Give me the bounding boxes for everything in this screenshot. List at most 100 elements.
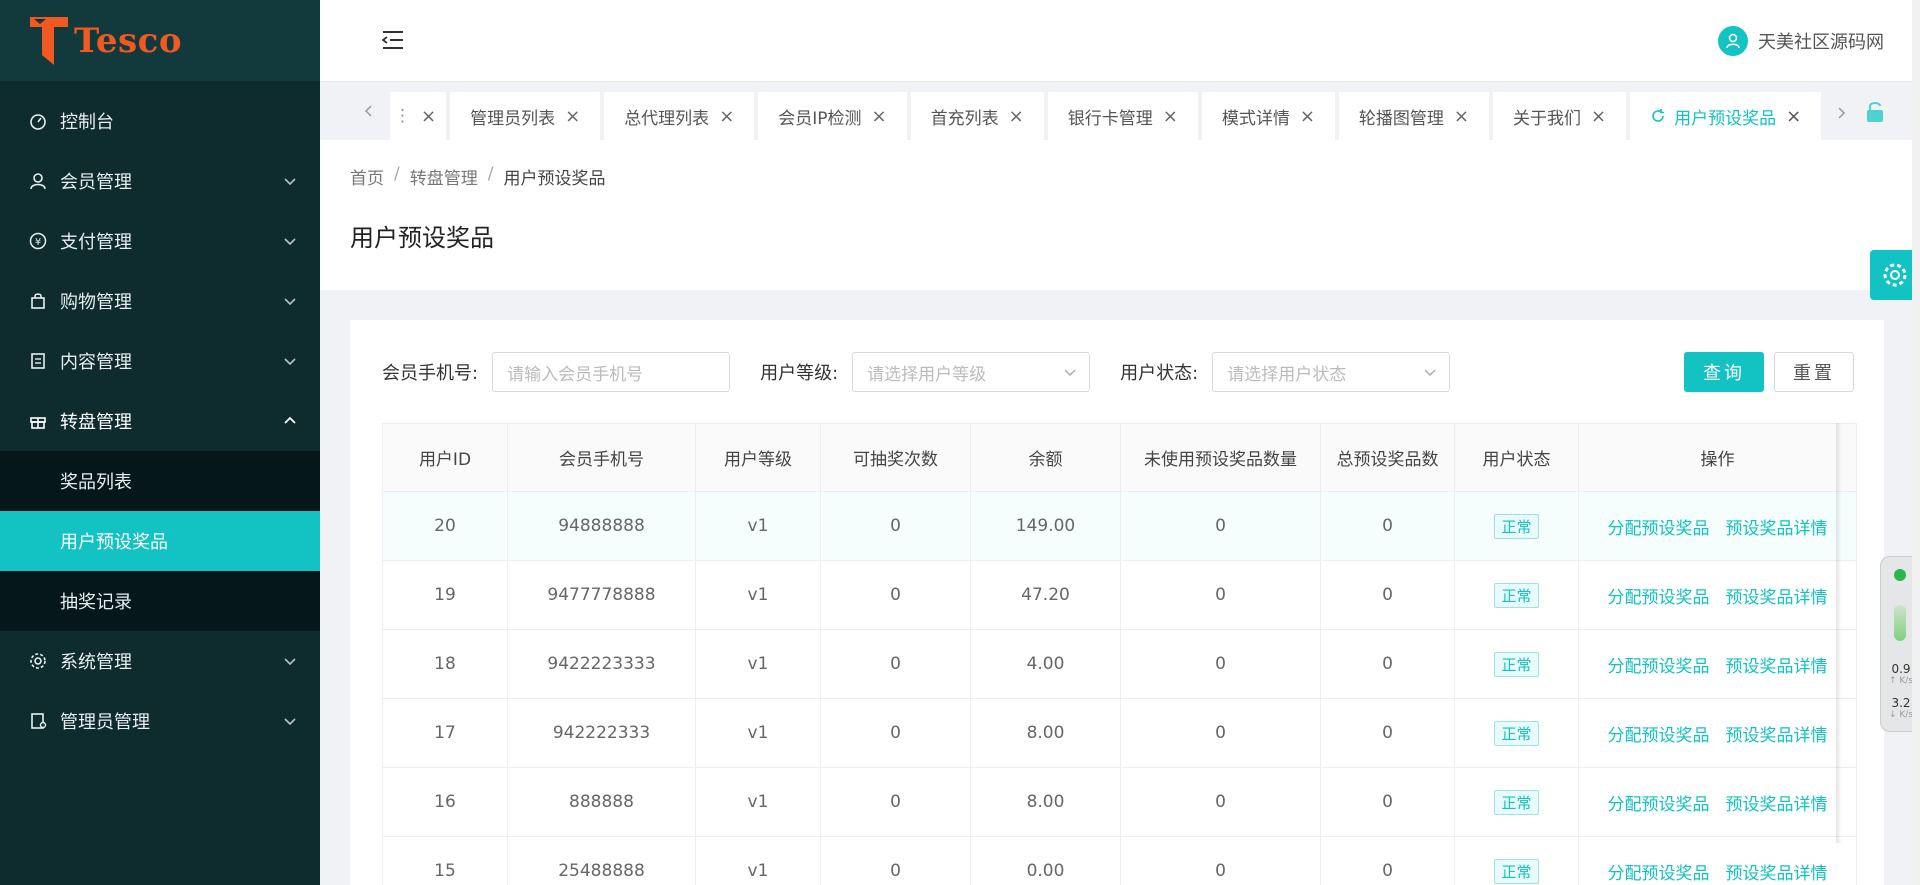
cell-unused: 0 bbox=[1120, 491, 1321, 561]
tab-label: 首充列表 bbox=[930, 108, 999, 129]
assign-prize-link[interactable]: 分配预设奖品 bbox=[1608, 864, 1710, 884]
tab-about-us[interactable]: 关于我们 × bbox=[1493, 92, 1627, 140]
chevron-left-icon[interactable] bbox=[362, 104, 376, 118]
cell-draws: 0 bbox=[820, 629, 971, 699]
status-dot-icon bbox=[1894, 569, 1906, 581]
reset-button[interactable]: 重置 bbox=[1774, 352, 1854, 392]
prize-detail-link[interactable]: 预设奖品详情 bbox=[1726, 519, 1828, 539]
cell-level: v1 bbox=[695, 560, 821, 630]
sidebar-item-system[interactable]: 系统管理 bbox=[0, 631, 320, 691]
page-scrollbar[interactable] bbox=[1912, 0, 1920, 885]
breadcrumb-home[interactable]: 首页 bbox=[350, 164, 384, 189]
tab-carousel[interactable]: 轮播图管理 × bbox=[1338, 92, 1490, 140]
prize-detail-link[interactable]: 预设奖品详情 bbox=[1726, 657, 1828, 677]
document-icon bbox=[28, 351, 48, 371]
sidebar-item-label: 控制台 bbox=[60, 112, 114, 133]
close-icon[interactable]: × bbox=[719, 106, 734, 127]
lock-icon[interactable] bbox=[1864, 100, 1886, 124]
user-prize-table: 用户ID 会员手机号 用户等级 可抽奖次数 余额 未使用预设奖品数量 总预设奖品… bbox=[382, 423, 1857, 885]
close-icon[interactable]: × bbox=[1009, 106, 1024, 127]
cell-balance: 8.00 bbox=[970, 767, 1121, 837]
sidebar-subitem-draw-records[interactable]: 抽奖记录 bbox=[0, 571, 320, 631]
col-balance: 余额 bbox=[970, 423, 1121, 492]
dashboard-icon bbox=[28, 111, 48, 131]
tab-hidden[interactable]: ⋮ × bbox=[390, 92, 447, 140]
sidebar-subitem-user-preset-prizes[interactable]: 用户预设奖品 bbox=[0, 511, 320, 571]
status-filter-select[interactable]: 请选择用户状态 bbox=[1212, 352, 1451, 392]
tab-label: 总代理列表 bbox=[624, 108, 710, 129]
level-filter-label: 用户等级: bbox=[760, 363, 839, 384]
sidebar-subitem-prize-list[interactable]: 奖品列表 bbox=[0, 451, 320, 511]
table-row: 19 9477778888 v1 0 47.20 0 0 正常 分配预设奖品 预设… bbox=[382, 560, 1857, 630]
cell-user-id: 20 bbox=[382, 491, 508, 561]
sidebar-item-payment[interactable]: ¥ 支付管理 bbox=[0, 211, 320, 271]
tab-user-preset-prizes[interactable]: 用户预设奖品 × bbox=[1630, 92, 1822, 140]
collapse-menu-icon[interactable] bbox=[380, 28, 406, 52]
sidebar-item-label: 内容管理 bbox=[60, 352, 132, 373]
sidebar-menu: 控制台 会员管理 ¥ 支付管理 购物管理 内容管理 转盘管理 奖品列表 用户预设… bbox=[0, 81, 320, 751]
status-badge: 正常 bbox=[1494, 789, 1539, 815]
close-icon[interactable]: × bbox=[565, 106, 580, 127]
cell-balance: 4.00 bbox=[970, 629, 1121, 699]
cell-total: 0 bbox=[1320, 491, 1455, 561]
cell-total: 0 bbox=[1320, 767, 1455, 837]
tab-mode-detail[interactable]: 模式详情 × bbox=[1201, 92, 1335, 140]
sidebar-item-dashboard[interactable]: 控制台 bbox=[0, 91, 320, 151]
assign-prize-link[interactable]: 分配预设奖品 bbox=[1608, 588, 1710, 608]
phone-filter-input[interactable]: 请输入会员手机号 bbox=[492, 352, 731, 392]
prize-detail-link[interactable]: 预设奖品详情 bbox=[1726, 795, 1828, 815]
page-header: 首页 / 转盘管理 / 用户预设奖品 用户预设奖品 bbox=[320, 140, 1920, 290]
sidebar-item-label: 购物管理 bbox=[60, 292, 132, 313]
close-icon[interactable]: × bbox=[1786, 106, 1801, 127]
assign-prize-link[interactable]: 分配预设奖品 bbox=[1608, 519, 1710, 539]
chevron-down-icon bbox=[284, 238, 296, 246]
tab-member-ip[interactable]: 会员IP检测 × bbox=[758, 92, 907, 140]
prize-detail-link[interactable]: 预设奖品详情 bbox=[1726, 726, 1828, 746]
tab-admin-list[interactable]: 管理员列表 × bbox=[450, 92, 601, 140]
sidebar-item-wheel[interactable]: 转盘管理 bbox=[0, 391, 320, 451]
assign-prize-link[interactable]: 分配预设奖品 bbox=[1608, 726, 1710, 746]
tab-first-recharge[interactable]: 首充列表 × bbox=[910, 92, 1044, 140]
close-icon[interactable]: × bbox=[1300, 106, 1315, 127]
sidebar-item-content[interactable]: 内容管理 bbox=[0, 331, 320, 391]
assign-prize-link[interactable]: 分配预设奖品 bbox=[1608, 657, 1710, 677]
status-badge: 正常 bbox=[1494, 513, 1539, 539]
tab-bank-card[interactable]: 银行卡管理 × bbox=[1047, 92, 1198, 140]
cell-status: 正常 bbox=[1454, 767, 1579, 837]
chevron-up-icon bbox=[284, 416, 296, 424]
assign-prize-link[interactable]: 分配预设奖品 bbox=[1608, 795, 1710, 815]
sidebar-item-shopping[interactable]: 购物管理 bbox=[0, 271, 320, 331]
prize-detail-link[interactable]: 预设奖品详情 bbox=[1726, 588, 1828, 608]
breadcrumb-parent[interactable]: 转盘管理 bbox=[410, 164, 478, 189]
chevron-right-icon[interactable] bbox=[1834, 106, 1848, 120]
tab-agent-list[interactable]: 总代理列表 × bbox=[604, 92, 755, 140]
level-filter-select[interactable]: 请选择用户等级 bbox=[852, 352, 1091, 392]
sidebar-item-members[interactable]: 会员管理 bbox=[0, 151, 320, 211]
cell-balance: 0.00 bbox=[970, 836, 1121, 885]
status-badge: 正常 bbox=[1494, 858, 1539, 884]
user-menu[interactable]: 天美社区源码网 bbox=[1718, 26, 1884, 56]
tabs: ⋮ × 管理员列表 × 总代理列表 × 会员IP检测 × 首充列表 × 银行卡管理 × 模式… bbox=[390, 92, 1822, 140]
cell-status: 正常 bbox=[1454, 491, 1579, 561]
close-icon[interactable]: × bbox=[1163, 106, 1178, 127]
sidebar-item-admins[interactable]: 管理员管理 bbox=[0, 691, 320, 751]
cell-draws: 0 bbox=[820, 491, 971, 561]
cell-status: 正常 bbox=[1454, 560, 1579, 630]
refresh-icon[interactable] bbox=[1650, 108, 1666, 124]
close-icon[interactable]: × bbox=[872, 106, 887, 127]
cell-actions: 分配预设奖品 预设奖品详情 bbox=[1578, 836, 1857, 885]
cell-phone: 94888888 bbox=[507, 491, 696, 561]
speed-meter bbox=[1894, 605, 1906, 641]
prize-detail-link[interactable]: 预设奖品详情 bbox=[1726, 864, 1828, 884]
cell-status: 正常 bbox=[1454, 836, 1579, 885]
tab-label: 银行卡管理 bbox=[1067, 108, 1153, 129]
cell-total: 0 bbox=[1320, 836, 1455, 885]
query-button[interactable]: 查询 bbox=[1684, 352, 1764, 392]
fixed-column-shadow bbox=[1836, 423, 1842, 843]
logo[interactable]: Tesco bbox=[0, 0, 320, 81]
tab-label: 管理员列表 bbox=[470, 108, 556, 129]
close-icon[interactable]: × bbox=[1454, 106, 1469, 127]
close-icon[interactable]: × bbox=[421, 106, 436, 127]
cell-phone: 25488888 bbox=[507, 836, 696, 885]
close-icon[interactable]: × bbox=[1591, 106, 1606, 127]
